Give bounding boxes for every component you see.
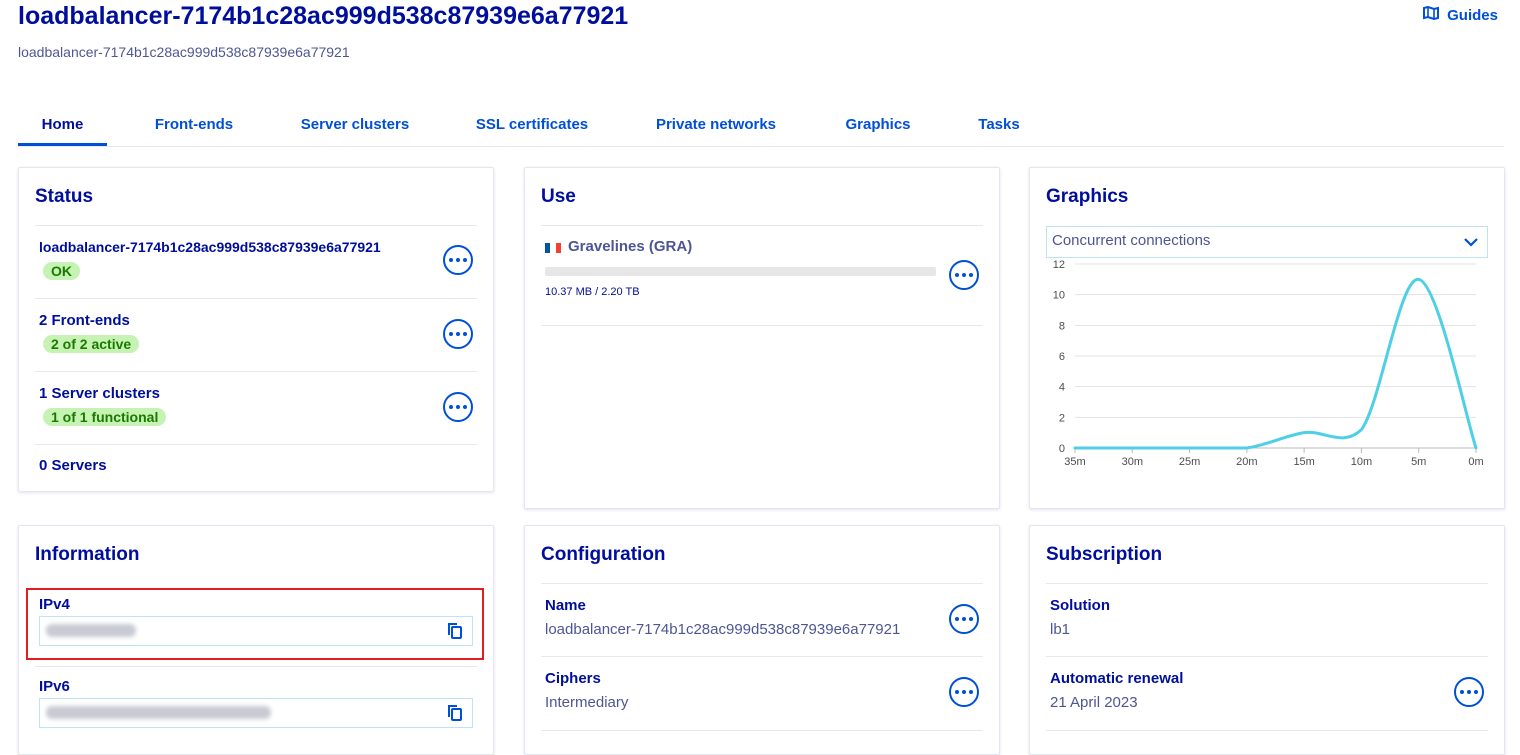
status-row-servers: 0 Servers: [35, 444, 477, 492]
status-row-label: 1 Server clusters: [39, 385, 160, 402]
x-tick-label: 0m: [1468, 456, 1483, 468]
more-actions-button[interactable]: [949, 604, 979, 634]
graphics-title: Graphics: [1046, 186, 1128, 208]
name-row: Name loadbalancer-7174b1c28ac999d538c879…: [541, 583, 983, 657]
use-row: Gravelines (GRA) 10.37 MB / 2.20 TB: [541, 225, 983, 326]
x-tick-label: 20m: [1236, 456, 1257, 468]
guides-label: Guides: [1447, 7, 1498, 24]
tab-bar: Home Front-ends Server clusters SSL cert…: [18, 106, 1504, 147]
graphics-tile: Graphics Concurrent connections 0 2 4 6 8 10 1…: [1029, 167, 1505, 509]
copy-icon[interactable]: [446, 704, 464, 722]
x-tick-label: 25m: [1179, 456, 1200, 468]
solution-value: lb1: [1050, 621, 1070, 638]
ciphers-value: Intermediary: [545, 694, 628, 711]
tab-tasks[interactable]: Tasks: [971, 106, 1027, 146]
y-tick-label: 8: [1059, 320, 1065, 332]
tab-ssl-certificates[interactable]: SSL certificates: [470, 106, 594, 146]
tab-home[interactable]: Home: [18, 106, 107, 146]
status-tile: Status loadbalancer-7174b1c28ac999d538c8…: [18, 167, 494, 492]
y-tick-label: 6: [1059, 351, 1065, 363]
ipv6-row: IPv6: [35, 666, 477, 742]
use-title: Use: [541, 186, 576, 208]
more-actions-button[interactable]: [443, 245, 473, 275]
more-actions-button[interactable]: [1454, 677, 1484, 707]
redacted-value: [46, 624, 136, 637]
ciphers-label: Ciphers: [545, 670, 601, 687]
configuration-title: Configuration: [541, 544, 666, 566]
guides-link[interactable]: Guides: [1423, 6, 1498, 24]
status-badge: 2 of 2 active: [43, 335, 139, 353]
status-badge: OK: [43, 262, 80, 280]
information-title: Information: [35, 544, 140, 566]
location-label: Gravelines (GRA): [568, 238, 692, 255]
x-tick-label: 15m: [1293, 456, 1314, 468]
page-title: loadbalancer-7174b1c28ac999d538c87939e6a…: [18, 2, 628, 31]
more-actions-button[interactable]: [443, 319, 473, 349]
x-tick-label: 35m: [1064, 456, 1085, 468]
ipv6-field[interactable]: [39, 698, 473, 728]
x-tick-label: 5m: [1411, 456, 1426, 468]
metric-select-value: Concurrent connections: [1052, 232, 1210, 249]
tab-front-ends[interactable]: Front-ends: [146, 106, 242, 146]
metric-select[interactable]: Concurrent connections: [1046, 226, 1488, 258]
status-row-server-clusters: 1 Server clusters 1 of 1 functional: [35, 371, 477, 445]
ciphers-row: Ciphers Intermediary: [541, 656, 983, 731]
connections-chart: 0 2 4 6 8 10 12 35m 30m 25m 20m 15m 10m 5m 0m: [1030, 258, 1505, 488]
status-row-loadbalancer: loadbalancer-7174b1c28ac999d538c87939e6a…: [35, 225, 477, 299]
x-tick-label: 30m: [1122, 456, 1143, 468]
ipv6-label: IPv6: [39, 678, 70, 695]
status-row-label: 2 Front-ends: [39, 312, 130, 329]
subscription-title: Subscription: [1046, 544, 1162, 566]
use-tile: Use Gravelines (GRA) 10.37 MB / 2.20 TB: [524, 167, 1000, 509]
status-row-label: loadbalancer-7174b1c28ac999d538c87939e6a…: [39, 239, 381, 255]
x-tick-label: 10m: [1351, 456, 1372, 468]
name-value: loadbalancer-7174b1c28ac999d538c87939e6a…: [545, 621, 900, 638]
tab-graphics[interactable]: Graphics: [838, 106, 918, 146]
ipv4-field[interactable]: [39, 616, 473, 646]
book-icon: [1423, 6, 1439, 24]
chevron-down-icon: [1463, 235, 1479, 253]
y-tick-label: 12: [1053, 259, 1065, 271]
copy-icon[interactable]: [446, 622, 464, 640]
more-actions-button[interactable]: [949, 677, 979, 707]
subscription-tile: Subscription Solution lb1 Automatic rene…: [1029, 525, 1505, 755]
status-row-label: 0 Servers: [39, 457, 107, 474]
y-tick-label: 4: [1059, 382, 1065, 394]
renewal-label: Automatic renewal: [1050, 670, 1183, 687]
redacted-value: [46, 706, 271, 719]
configuration-tile: Configuration Name loadbalancer-7174b1c2…: [524, 525, 1000, 755]
y-tick-label: 0: [1059, 443, 1065, 455]
name-label: Name: [545, 597, 586, 614]
page-subtitle: loadbalancer-7174b1c28ac999d538c87939e6a…: [18, 44, 350, 60]
renewal-value: 21 April 2023: [1050, 694, 1138, 711]
tab-server-clusters[interactable]: Server clusters: [294, 106, 416, 146]
information-tile: Information IPv4 IPv6: [18, 525, 494, 755]
status-badge: 1 of 1 functional: [43, 408, 166, 426]
usage-bar: [545, 267, 936, 276]
y-tick-label: 10: [1053, 290, 1065, 302]
renewal-row: Automatic renewal 21 April 2023: [1046, 656, 1488, 731]
solution-label: Solution: [1050, 597, 1110, 614]
france-flag-icon: [545, 243, 561, 253]
solution-row: Solution lb1: [1046, 583, 1488, 657]
ipv4-row: IPv4: [35, 583, 477, 658]
status-row-front-ends: 2 Front-ends 2 of 2 active: [35, 298, 477, 372]
ipv4-label: IPv4: [39, 596, 70, 613]
usage-text: 10.37 MB / 2.20 TB: [545, 286, 640, 298]
status-title: Status: [35, 186, 93, 208]
y-tick-label: 2: [1059, 412, 1065, 424]
more-actions-button[interactable]: [949, 260, 979, 290]
series-line: [1075, 279, 1476, 448]
more-actions-button[interactable]: [443, 392, 473, 422]
tab-private-networks[interactable]: Private networks: [648, 106, 784, 146]
